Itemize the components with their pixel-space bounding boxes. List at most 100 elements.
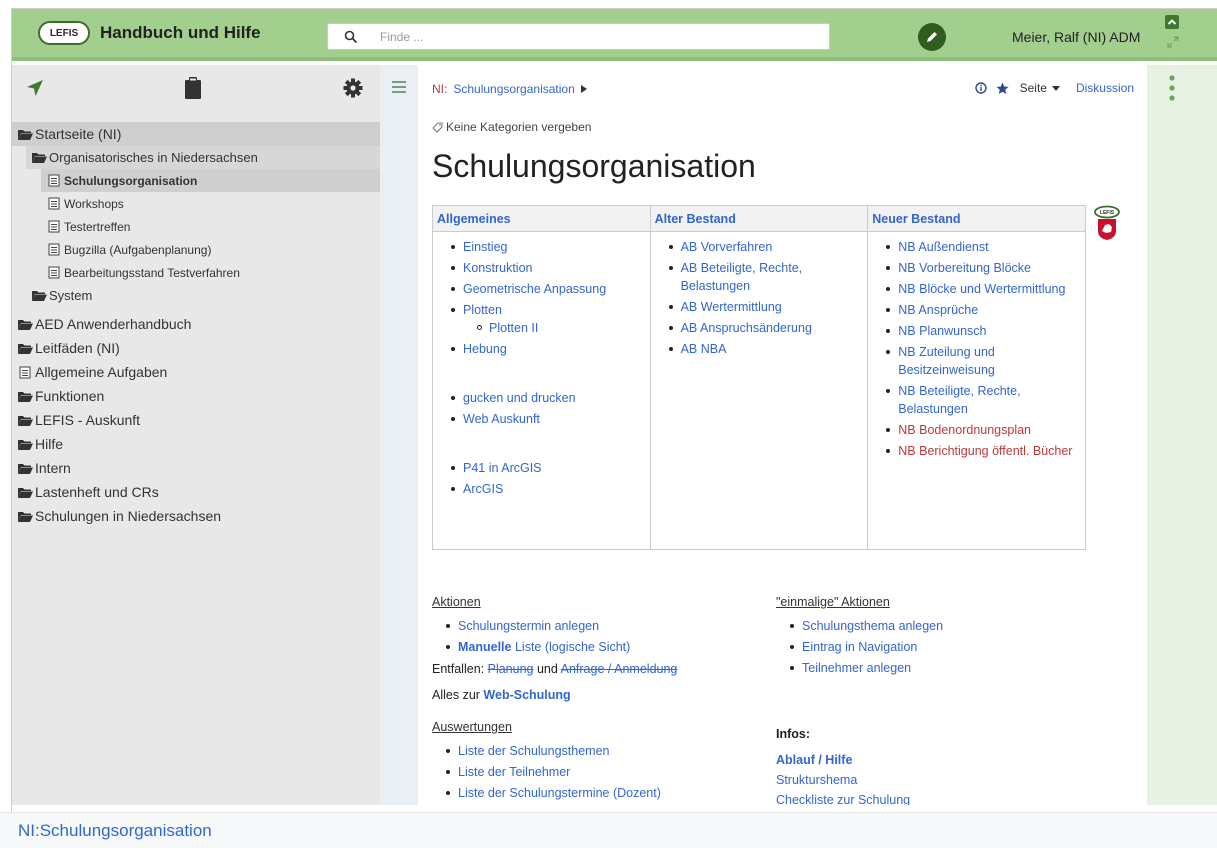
link-strukturshema[interactable]: Strukturshema — [776, 773, 857, 787]
sidebar-item-label: Lastenheft und CRs — [35, 484, 159, 500]
link-plotten[interactable]: Plotten — [463, 303, 502, 317]
logo-link[interactable]: LEFIS Handbuch und Hilfe — [38, 21, 261, 45]
column-neuer-bestand: NB Außendienst NB Vorbereitung Blöcke NB… — [867, 231, 1086, 550]
link-ab-vorverfahren[interactable]: AB Vorverfahren — [681, 240, 773, 254]
folder-icon — [18, 487, 33, 498]
sidebar-item[interactable]: Allgemeine Aufgaben — [12, 360, 380, 384]
column-header-neuer-bestand[interactable]: Neuer Bestand — [867, 205, 1086, 232]
navigation-arrow-icon[interactable] — [26, 79, 44, 97]
gear-icon[interactable] — [343, 78, 363, 98]
lefis-logo: LEFIS — [38, 21, 90, 45]
list-item: Liste der Schulungsthemen — [432, 742, 762, 760]
link-planung[interactable]: Planung — [488, 662, 534, 676]
edit-button[interactable] — [918, 23, 946, 51]
fullscreen-icon[interactable] — [1167, 36, 1179, 48]
link-gucken-und-drucken[interactable]: gucken und drucken — [463, 391, 576, 405]
link-liste-logische-sicht[interactable]: Liste (logische Sicht) — [515, 640, 630, 654]
hamburger-menu-icon[interactable] — [392, 81, 406, 93]
column-header-alter-bestand[interactable]: Alter Bestand — [649, 205, 869, 232]
link-liste-teilnehmer[interactable]: Liste der Teilnehmer — [458, 765, 570, 779]
auswertungen-heading: Auswertungen — [432, 720, 512, 734]
sidebar-item[interactable]: Hilfe — [12, 432, 380, 456]
list-item: NB Berichtigung öffentl. Bücher — [872, 442, 1081, 460]
collapse-header-button[interactable] — [1165, 15, 1179, 29]
info-icon[interactable] — [974, 82, 987, 94]
search-box[interactable] — [327, 23, 830, 50]
list-item: Liste der Schulungstermine (Dozent) — [432, 784, 762, 802]
link-geometrische-anpassung[interactable]: Geometrische Anpassung — [463, 282, 606, 296]
sidebar-item[interactable]: AED Anwenderhandbuch — [12, 312, 380, 336]
clipboard-icon[interactable] — [185, 77, 201, 99]
sidebar-item-label: Organisatorisches in Niedersachsen — [49, 150, 258, 165]
list-item: Konstruktion — [437, 259, 646, 277]
star-icon[interactable] — [996, 82, 1009, 95]
footer-page-link[interactable]: NI:Schulungsorganisation — [18, 821, 212, 841]
link-nb-ansprueche[interactable]: NB Ansprüche — [898, 303, 978, 317]
link-p41-in-arcgis[interactable]: P41 in ArcGIS — [463, 461, 542, 475]
sidebar-item[interactable]: Schulungen in Niedersachsen — [12, 504, 380, 528]
link-arcgis[interactable]: ArcGIS — [463, 482, 503, 496]
sidebar-item[interactable]: Startseite (NI) — [12, 122, 380, 146]
link-web-schulung[interactable]: Web-Schulung — [483, 688, 570, 702]
link-ab-anspruchsaenderung[interactable]: AB Anspruchsänderung — [681, 321, 812, 335]
link-teilnehmer-anlegen[interactable]: Teilnehmer anlegen — [802, 661, 911, 675]
link-anfrage-anmeldung[interactable]: Anfrage / Anmeldung — [561, 662, 678, 676]
link-konstruktion[interactable]: Konstruktion — [463, 261, 532, 275]
link-ab-beteiligte[interactable]: AB Beteiligte, Rechte, Belastungen — [681, 261, 803, 293]
link-nb-planwunsch[interactable]: NB Planwunsch — [898, 324, 986, 338]
link-nb-zuteilung[interactable]: NB Zuteilung und Besitzeinweisung — [898, 345, 995, 377]
sidebar-item[interactable]: Leitfäden (NI) — [12, 336, 380, 360]
sidebar-item-label: LEFIS - Auskunft — [35, 412, 141, 428]
sidebar-item[interactable]: Testertreffen — [12, 215, 380, 238]
sidebar-item[interactable]: Schulungsorganisation — [41, 169, 380, 192]
sidebar-item[interactable]: Lastenheft und CRs — [12, 480, 380, 504]
sidebar-item[interactable]: Funktionen — [12, 384, 380, 408]
sidebar-item[interactable]: Organisatorisches in Niedersachsen — [26, 146, 380, 169]
link-nb-berichtigung[interactable]: NB Berichtigung öffentl. Bücher — [898, 444, 1072, 458]
search-input[interactable] — [380, 27, 820, 47]
list-item: Manuelle Liste (logische Sicht) — [432, 638, 762, 656]
sidebar-item-label: Hilfe — [35, 436, 64, 452]
link-liste-schulungsthemen[interactable]: Liste der Schulungsthemen — [458, 744, 609, 758]
link-checkliste[interactable]: Checkliste zur Schulung — [776, 793, 910, 805]
search-icon[interactable] — [344, 30, 358, 44]
sidebar-item[interactable]: System — [12, 284, 380, 307]
user-menu[interactable]: Meier, Ralf (NI) ADM — [1012, 29, 1140, 45]
sidebar-item[interactable]: Intern — [12, 456, 380, 480]
sidebar-item[interactable]: LEFIS - Auskunft — [12, 408, 380, 432]
link-schulungsthema-anlegen[interactable]: Schulungsthema anlegen — [802, 619, 943, 633]
breadcrumb-namespace[interactable]: NI: — [432, 82, 447, 96]
sidebar-item-label: Bugzilla (Aufgabenplanung) — [64, 242, 212, 257]
link-nb-bloecke-wertermittlung[interactable]: NB Blöcke und Wertermittlung — [898, 282, 1065, 296]
breadcrumb-page-link[interactable]: Schulungsorganisation — [453, 82, 574, 96]
sidebar-item-label: Workshops — [64, 196, 124, 211]
more-vertical-icon[interactable] — [1169, 75, 1175, 101]
list-item: Hebung — [437, 340, 646, 358]
sidebar-item[interactable]: Bugzilla (Aufgabenplanung) — [12, 238, 380, 261]
caret-down-icon[interactable] — [1051, 85, 1060, 91]
sidebar-item-label: AED Anwenderhandbuch — [35, 316, 192, 332]
link-nb-bodenordnungsplan[interactable]: NB Bodenordnungsplan — [898, 423, 1031, 437]
link-manuelle[interactable]: Manuelle — [458, 640, 512, 654]
folder-icon — [18, 511, 33, 522]
diskussion-link[interactable]: Diskussion — [1076, 81, 1134, 95]
link-einstieg[interactable]: Einstieg — [463, 240, 507, 254]
column-header-allgemeines[interactable]: Allgemeines — [432, 205, 651, 232]
caret-right-icon[interactable] — [580, 85, 587, 93]
seite-menu[interactable]: Seite — [1020, 81, 1047, 95]
link-hebung[interactable]: Hebung — [463, 342, 507, 356]
link-ablauf-hilfe[interactable]: Ablauf / Hilfe — [776, 753, 852, 767]
sidebar-item[interactable]: Bearbeitungsstand Testverfahren — [12, 261, 380, 284]
link-eintrag-navigation[interactable]: Eintrag in Navigation — [802, 640, 917, 654]
link-nb-vorbereitung-bloecke[interactable]: NB Vorbereitung Blöcke — [898, 261, 1031, 275]
link-nb-beteiligte[interactable]: NB Beteiligte, Rechte, Belastungen — [898, 384, 1020, 416]
link-ab-wertermittlung[interactable]: AB Wertermittlung — [681, 300, 782, 314]
link-ab-nba[interactable]: AB NBA — [681, 342, 727, 356]
link-liste-schulungstermine[interactable]: Liste der Schulungstermine (Dozent) — [458, 786, 661, 800]
link-web-auskunft[interactable]: Web Auskunft — [463, 412, 540, 426]
aktionen-section: Aktionen Schulungstermin anlegen Manuell… — [432, 595, 762, 805]
link-nb-aussendienst[interactable]: NB Außendienst — [898, 240, 988, 254]
sidebar-item[interactable]: Workshops — [12, 192, 380, 215]
link-plotten-ii[interactable]: Plotten II — [489, 321, 538, 335]
link-schulungstermin-anlegen[interactable]: Schulungstermin anlegen — [458, 619, 599, 633]
